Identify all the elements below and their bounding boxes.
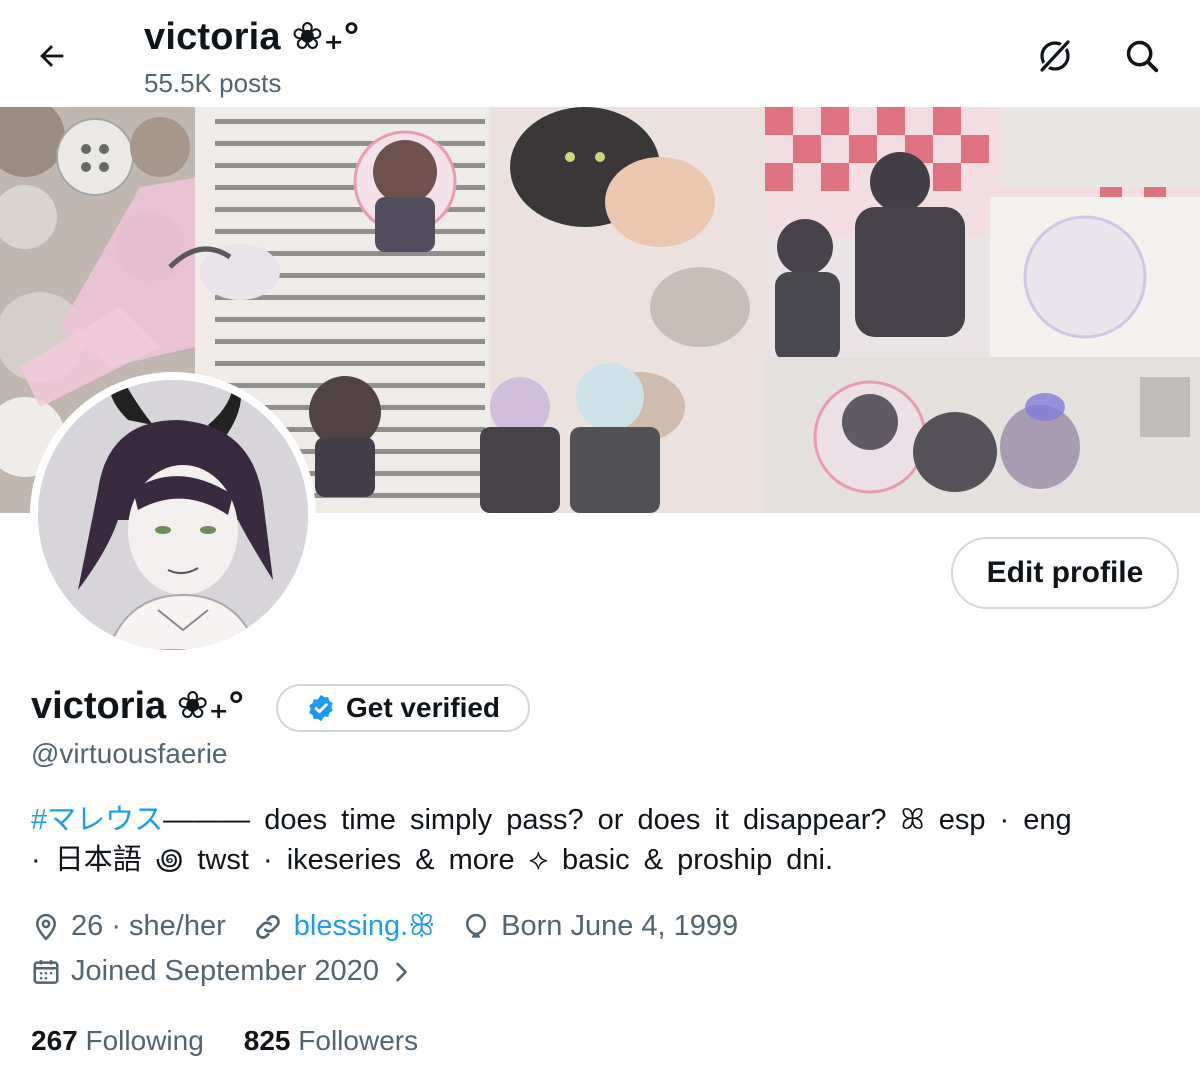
following-label: Following [85,1025,204,1056]
bio: #マレウス——— does time simply pass? or does … [31,800,1171,880]
header-title: victoria ❀₊° [144,16,360,58]
grok-button[interactable] [1031,32,1079,80]
profile-meta-row: 26 · she/her blessing.ꕥ Born June 4, 199… [31,910,764,943]
website-item: blessing.ꕥ [252,910,435,943]
birthday-item: Born June 4, 1999 [461,910,738,943]
bio-text-line1: ——— does time simply pass? or does it di… [163,804,1072,836]
top-bar: victoria ❀₊° 55.5K posts [0,0,1200,107]
balloon-icon [466,913,487,938]
joined-text: Joined September 2020 [71,955,379,987]
bio-text-line2: · 日本語 ꩜ twst · ikeseries & more ⟡ basic … [31,844,834,876]
calendar-icon [33,959,59,984]
display-name: victoria ❀₊° [31,685,244,727]
followers-label: Followers [298,1025,419,1056]
search-button[interactable] [1118,32,1166,80]
bio-hashtag-link[interactable]: #マレウス [31,804,163,836]
edit-profile-button[interactable]: Edit profile [951,537,1179,609]
profile-avatar[interactable] [30,372,316,658]
avatar-image [38,380,308,650]
search-icon [1126,40,1159,73]
grok-icon [1039,39,1071,73]
follow-stats: 267 Following 825 Followers [31,1025,418,1057]
website-link[interactable]: blessing.ꕥ [294,910,435,943]
location-item: 26 · she/her [31,910,226,943]
get-verified-label: Get verified [345,692,501,723]
chevron-right-icon [396,962,407,981]
posts-count: 55.5K posts [144,68,282,98]
following-count: 267 [31,1025,78,1056]
back-button[interactable] [30,34,74,78]
location-pin-icon [35,913,57,941]
followers-link[interactable]: 825 Followers [244,1025,418,1057]
followers-count: 825 [243,1025,291,1056]
arrow-left-icon [40,45,64,67]
link-icon [255,914,280,939]
get-verified-button[interactable]: Get verified [276,684,530,732]
birthday-text: Born June 4, 1999 [501,910,739,942]
joined-item[interactable]: Joined September 2020 [31,955,425,988]
verified-badge-icon [309,694,333,722]
location-text: 26 · she/her [71,910,226,942]
joined-row[interactable]: Joined September 2020 [31,955,451,988]
user-handle: @virtuousfaerie [31,738,228,769]
following-link[interactable]: 267 Following [31,1025,204,1057]
